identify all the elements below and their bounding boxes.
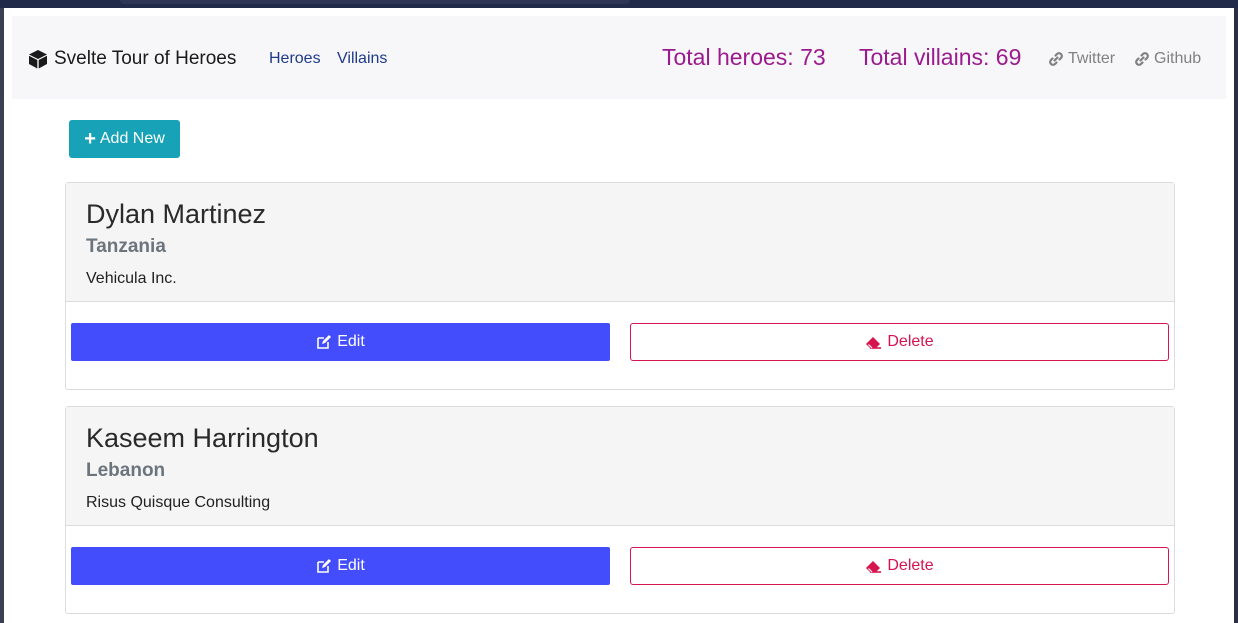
hero-card-header: Dylan Martinez Tanzania Vehicula Inc. [66, 183, 1174, 302]
hero-country: Tanzania [86, 236, 166, 257]
delete-label: Delete [887, 333, 934, 350]
window-right-edge [1234, 8, 1238, 623]
hero-name: Kaseem Harrington [86, 423, 319, 453]
eraser-icon [866, 560, 882, 573]
plus-icon: + [84, 128, 96, 150]
window-left-edge [0, 8, 4, 623]
total-villains-stat: Total villains: 69 [859, 44, 1022, 70]
hero-company: Vehicula Inc. [86, 270, 177, 287]
delete-button[interactable]: Delete [630, 547, 1169, 585]
window-top-bar [0, 0, 1238, 8]
hero-card: Kaseem Harrington Lebanon Risus Quisque … [65, 406, 1175, 614]
nav-link-heroes[interactable]: Heroes [269, 50, 321, 68]
add-new-button[interactable]: + Add New [69, 120, 180, 158]
twitter-link[interactable]: Twitter [1048, 50, 1115, 68]
edit-label: Edit [337, 557, 365, 574]
hero-card: Dylan Martinez Tanzania Vehicula Inc. Ed… [65, 182, 1175, 390]
eraser-icon [866, 336, 882, 349]
hero-company: Risus Quisque Consulting [86, 494, 271, 511]
browser-tab-edge [120, 0, 630, 4]
edit-button[interactable]: Edit [71, 547, 610, 585]
nav-link-villains[interactable]: Villains [337, 50, 387, 68]
hero-name: Dylan Martinez [86, 199, 267, 229]
github-label: Github [1154, 50, 1202, 67]
edit-icon [317, 335, 332, 349]
github-link[interactable]: Github [1134, 50, 1201, 68]
edit-button[interactable]: Edit [71, 323, 610, 361]
brand-title: Svelte Tour of Heroes [54, 48, 237, 69]
brand-link[interactable]: Svelte Tour of Heroes [28, 48, 236, 70]
link-icon [1049, 52, 1063, 66]
total-heroes-stat: Total heroes: 73 [662, 44, 826, 70]
delete-button[interactable]: Delete [630, 323, 1169, 361]
cube-icon [29, 50, 47, 69]
edit-icon [317, 559, 332, 573]
hero-card-header: Kaseem Harrington Lebanon Risus Quisque … [66, 407, 1174, 526]
hero-country: Lebanon [86, 460, 166, 481]
twitter-label: Twitter [1068, 50, 1116, 67]
add-new-label: Add New [99, 130, 165, 147]
delete-label: Delete [887, 557, 934, 574]
navbar: Svelte Tour of Heroes Heroes Villains To… [12, 16, 1226, 99]
edit-label: Edit [337, 333, 365, 350]
link-icon [1135, 52, 1149, 66]
